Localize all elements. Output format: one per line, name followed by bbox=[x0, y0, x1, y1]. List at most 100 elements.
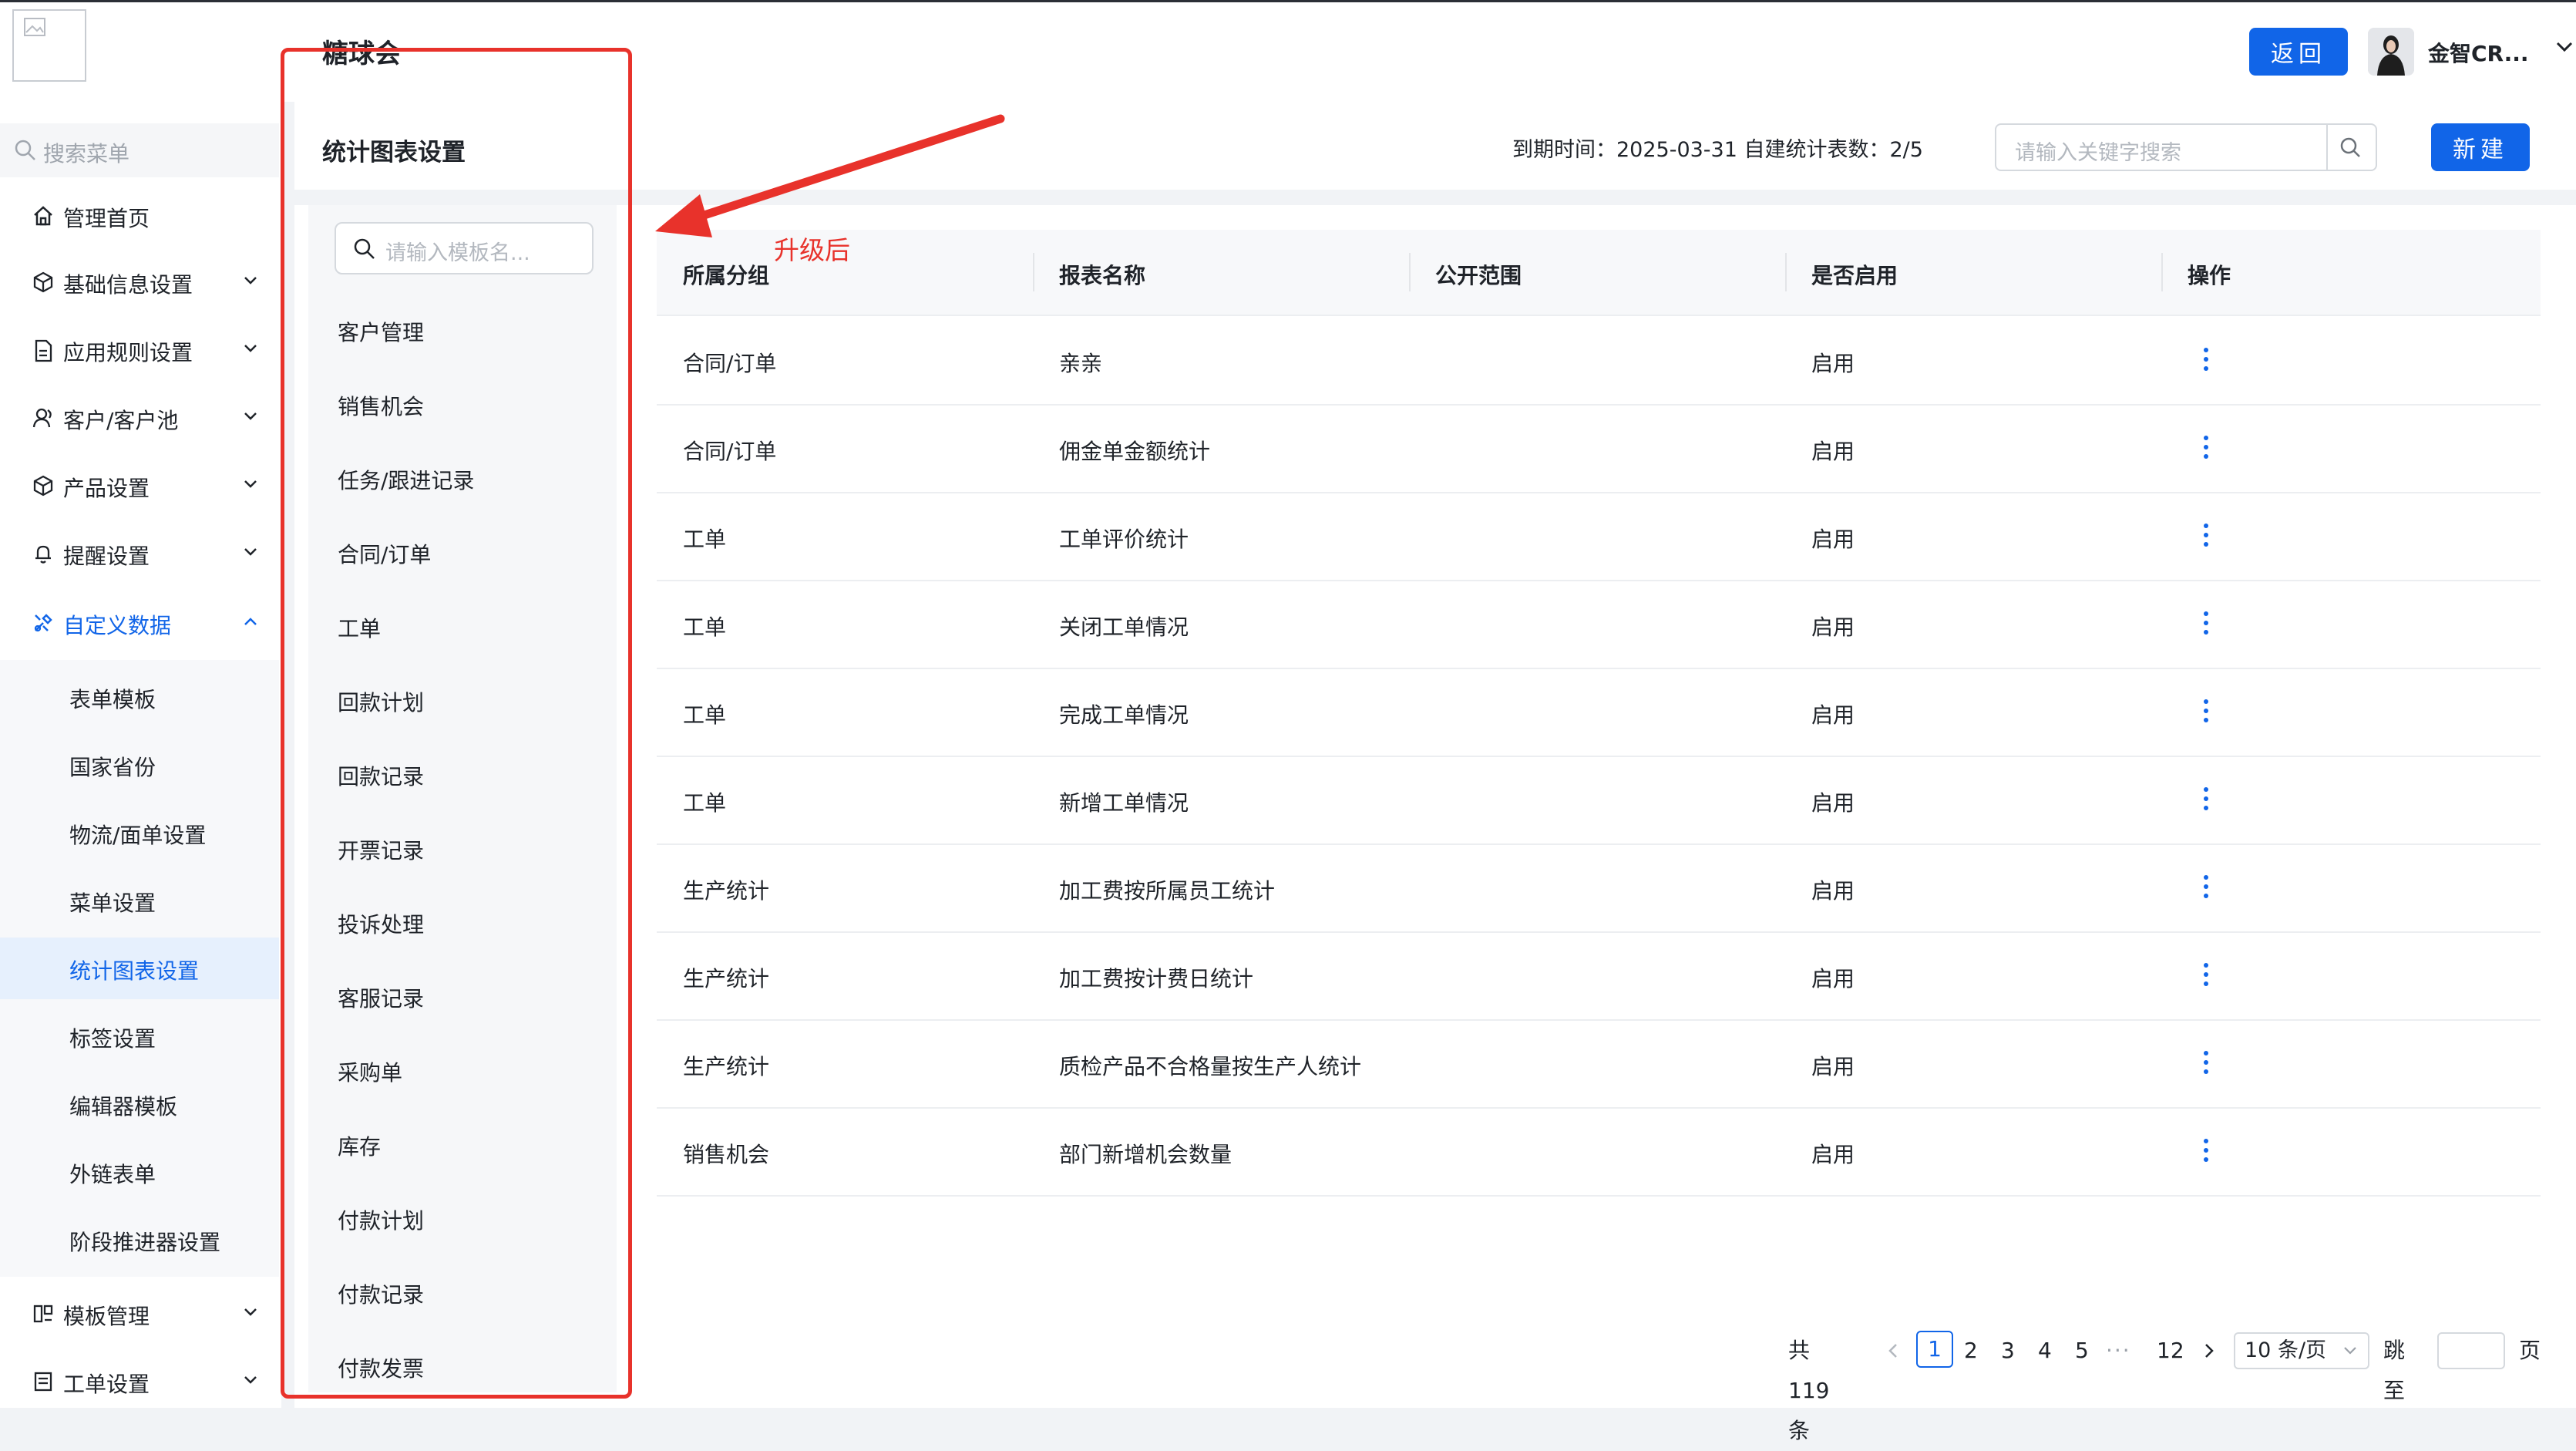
more-actions-icon[interactable] bbox=[2203, 873, 2209, 901]
more-actions-icon[interactable] bbox=[2203, 521, 2209, 549]
column-divider bbox=[2161, 253, 2163, 291]
tools-icon bbox=[34, 614, 52, 632]
cell-group: 工单 bbox=[683, 790, 727, 816]
annotation-highlight-box bbox=[281, 48, 632, 1399]
cell-report-name: 部门新增机会数量 bbox=[1059, 1142, 1233, 1167]
page-ellipsis[interactable]: ··· bbox=[2106, 1331, 2131, 1371]
cell-enabled: 启用 bbox=[1811, 527, 1855, 552]
layout-icon bbox=[33, 1305, 53, 1323]
more-actions-icon[interactable] bbox=[2203, 1049, 2209, 1076]
sidebar-subitem-chart-settings[interactable]: 统计图表设置 bbox=[0, 938, 279, 999]
chevron-down-icon bbox=[244, 548, 257, 556]
more-actions-icon[interactable] bbox=[2203, 609, 2209, 637]
column-divider bbox=[1409, 253, 1411, 291]
table-row: 工单 新增工单情况 启用 bbox=[657, 756, 2541, 845]
cell-group: 销售机会 bbox=[683, 1142, 770, 1167]
sidebar-subitem-label: 编辑器模板 bbox=[69, 1094, 178, 1119]
column-header: 公开范围 bbox=[1435, 263, 1522, 288]
sidebar-item-app-rules[interactable]: 应用规则设置 bbox=[0, 319, 279, 381]
table-row: 工单 工单评价统计 启用 bbox=[657, 492, 2541, 581]
sidebar-item-products[interactable]: 产品设置 bbox=[0, 455, 279, 517]
user-name[interactable]: 金智CR... bbox=[2428, 37, 2529, 68]
cube-icon bbox=[33, 475, 53, 497]
more-actions-icon[interactable] bbox=[2203, 1136, 2209, 1164]
sidebar-subitem-form-template[interactable]: 表单模板 bbox=[0, 666, 279, 728]
more-actions-icon[interactable] bbox=[2203, 433, 2209, 461]
sidebar-item-label: 工单设置 bbox=[63, 1372, 150, 1397]
jump-page-input[interactable] bbox=[2437, 1332, 2505, 1369]
cell-enabled: 启用 bbox=[1811, 351, 1855, 376]
column-header: 操作 bbox=[2188, 263, 2231, 288]
page-button[interactable]: 3 bbox=[2001, 1331, 2015, 1371]
more-actions-icon[interactable] bbox=[2203, 785, 2209, 813]
column-divider bbox=[1785, 253, 1787, 291]
sidebar-subitem-external-form[interactable]: 外链表单 bbox=[0, 1141, 279, 1203]
chevron-down-icon[interactable] bbox=[2556, 42, 2573, 52]
chevron-down-icon bbox=[244, 1308, 257, 1316]
sidebar-subitem-editor-template[interactable]: 编辑器模板 bbox=[0, 1073, 279, 1135]
chevron-right-icon bbox=[2205, 1344, 2214, 1358]
sidebar-item-basic-info[interactable]: 基础信息设置 bbox=[0, 251, 279, 313]
sidebar-item-home[interactable]: 管理首页 bbox=[0, 185, 279, 247]
sidebar-subitem-label: 统计图表设置 bbox=[69, 958, 200, 984]
keyword-search-input[interactable]: 请输入关键字搜索 bbox=[1995, 123, 2377, 171]
sidebar-item-label: 提醒设置 bbox=[63, 544, 150, 569]
more-actions-icon[interactable] bbox=[2203, 961, 2209, 988]
chevron-down-icon bbox=[244, 412, 257, 420]
sidebar-subitem-label: 国家省份 bbox=[69, 755, 156, 780]
cell-enabled: 启用 bbox=[1811, 439, 1855, 464]
new-button[interactable]: 新建 bbox=[2431, 123, 2530, 171]
sidebar-subitem-label: 标签设置 bbox=[69, 1026, 156, 1052]
sidebar-item-template-mgmt[interactable]: 模板管理 bbox=[0, 1283, 279, 1345]
cell-group: 工单 bbox=[683, 614, 727, 640]
more-actions-icon[interactable] bbox=[2203, 697, 2209, 725]
sidebar-subitem-label: 表单模板 bbox=[69, 687, 156, 712]
sidebar-subitem-label: 物流/面单设置 bbox=[69, 823, 207, 848]
sidebar-item-reminders[interactable]: 提醒设置 bbox=[0, 523, 279, 584]
sidebar-subitem-tag-settings[interactable]: 标签设置 bbox=[0, 1005, 279, 1067]
user-avatar[interactable] bbox=[2368, 28, 2414, 76]
expiry-info: 到期时间：2025-03-31 自建统计表数：2/5 bbox=[1512, 138, 1923, 162]
cell-report-name: 佣金单金额统计 bbox=[1059, 439, 1211, 464]
page-button-current[interactable]: 1 bbox=[1916, 1331, 1953, 1368]
sidebar-subitem-logistics[interactable]: 物流/面单设置 bbox=[0, 802, 279, 864]
table-row: 生产统计 加工费按计费日统计 启用 bbox=[657, 931, 2541, 1021]
sidebar-item-label: 自定义数据 bbox=[63, 613, 172, 638]
page-size-value: 10 条/页 bbox=[2245, 1338, 2327, 1362]
sidebar-subitem-menu-settings[interactable]: 菜单设置 bbox=[0, 870, 279, 931]
chevron-left-icon bbox=[1888, 1344, 1897, 1358]
table-row: 工单 关闭工单情况 启用 bbox=[657, 580, 2541, 669]
more-actions-icon[interactable] bbox=[2203, 345, 2209, 373]
page-suffix-label: 页 bbox=[2519, 1338, 2541, 1363]
next-page-button[interactable] bbox=[2203, 1331, 2215, 1371]
jump-label: 跳至 bbox=[2383, 1338, 2406, 1403]
chevron-down-icon bbox=[244, 1376, 257, 1384]
app-logo bbox=[12, 9, 86, 82]
prev-page-button[interactable] bbox=[1887, 1331, 1899, 1371]
chevron-down-icon bbox=[244, 277, 257, 284]
table-row: 合同/订单 佣金单金额统计 启用 bbox=[657, 404, 2541, 493]
page-button[interactable]: 4 bbox=[2038, 1331, 2052, 1371]
cell-report-name: 新增工单情况 bbox=[1059, 790, 1189, 816]
sidebar-item-customers[interactable]: 客户/客户池 bbox=[0, 387, 279, 449]
sidebar-subitem-country-province[interactable]: 国家省份 bbox=[0, 734, 279, 796]
sidebar-subitem-stage-advancer[interactable]: 阶段推进器设置 bbox=[0, 1209, 279, 1271]
cell-report-name: 加工费按所属员工统计 bbox=[1059, 878, 1276, 904]
annotation-label: 升级后 bbox=[774, 235, 850, 265]
cell-group: 合同/订单 bbox=[683, 351, 777, 376]
table-row: 销售机会 部门新增机会数量 启用 bbox=[657, 1107, 2541, 1197]
page-button[interactable]: 2 bbox=[1964, 1331, 1978, 1371]
sidebar-item-custom-data[interactable]: 自定义数据 bbox=[0, 592, 279, 654]
chevron-down-icon bbox=[2344, 1347, 2356, 1355]
sidebar-item-work-order[interactable]: 工单设置 bbox=[0, 1351, 279, 1412]
page-button[interactable]: 12 bbox=[2157, 1331, 2184, 1371]
sidebar-item-label: 应用规则设置 bbox=[63, 340, 193, 365]
cell-report-name: 完成工单情况 bbox=[1059, 702, 1189, 728]
table-row: 生产统计 质检产品不合格量按生产人统计 启用 bbox=[657, 1019, 2541, 1109]
page-button[interactable]: 5 bbox=[2075, 1331, 2089, 1371]
back-button[interactable]: 返回 bbox=[2249, 28, 2348, 76]
page-size-select[interactable]: 10 条/页 bbox=[2234, 1332, 2369, 1369]
menu-search-input[interactable]: 搜索菜单 bbox=[0, 123, 279, 177]
search-button[interactable] bbox=[2326, 125, 2376, 170]
user-icon bbox=[32, 408, 52, 428]
